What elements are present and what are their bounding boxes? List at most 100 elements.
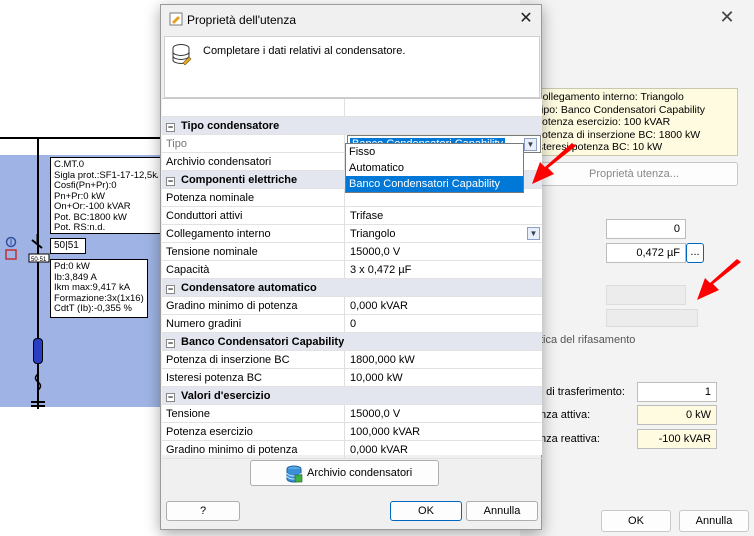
property-row-pot-inserzione[interactable]: Potenza di inserzione BC 1800,000 kW <box>162 351 542 369</box>
dialog-titlebar: Proprietà dell'utenza ✕ <box>161 5 541 35</box>
info-line: C.MT.0 <box>54 160 85 170</box>
potenza-reattiva-field[interactable]: -100 kVAR <box>637 429 717 449</box>
property-label: Archivio condensatori <box>162 153 345 171</box>
property-value: 100,000 kVAR <box>350 426 421 438</box>
chevron-down-icon[interactable]: ▼ <box>527 227 540 240</box>
help-button[interactable]: ? <box>166 501 240 521</box>
category-label: Tipo condensatore <box>181 120 280 132</box>
property-label: Conduttori attivi <box>162 207 345 225</box>
feeder-info-box[interactable]: C.MT.0 Sigla prot.:SF1-17-12,5kA Cosfi(P… <box>50 157 162 234</box>
tipo-dropdown-list[interactable]: Fisso Automatico Banco Condensatori Capa… <box>345 143 524 193</box>
summary-line: Tipo: Banco Condensatori Capability <box>535 103 706 116</box>
trasferimento-spinner[interactable]: 1 <box>637 382 717 402</box>
earth-symbol-icon <box>5 236 19 262</box>
property-value: 1800,000 kW <box>350 354 415 366</box>
bg-disabled-spinner <box>606 309 698 327</box>
red-arrow-icon <box>528 142 580 188</box>
info-line: Ib:3,849 A <box>54 272 97 283</box>
potenza-attiva-label: nza attiva: <box>540 409 591 421</box>
property-value: 15000,0 V <box>350 246 401 258</box>
summary-line: Potenza esercizio: 100 kVAR <box>535 116 671 128</box>
bg-annulla-button[interactable]: Annulla <box>679 510 749 532</box>
info-line: Pn+Pr:0 kW <box>54 191 105 202</box>
info-line: Ikm max:9,417 kA <box>54 283 131 293</box>
category-banco[interactable]: − Banco Condensatori Capability <box>162 333 542 351</box>
summary-line: Collegamento interno: Triangolo <box>535 91 684 103</box>
info-line: Pd:0 kW <box>54 262 90 272</box>
property-row-tensione-nominale[interactable]: Tensione nominale 15000,0 V <box>162 243 542 261</box>
collapse-icon[interactable]: − <box>166 393 175 402</box>
property-value: 0,000 kVAR <box>350 444 408 456</box>
category-tipo-condensatore[interactable]: − Tipo condensatore <box>162 117 542 135</box>
property-row-numero-gradini[interactable]: Numero gradini 0 <box>162 315 542 333</box>
category-automatico[interactable]: − Condensatore automatico <box>162 279 542 297</box>
cable-symbol-icon <box>33 338 43 364</box>
ok-button[interactable]: OK <box>390 501 462 521</box>
potenza-attiva-field[interactable]: 0 kW <box>637 405 717 425</box>
archivio-condensatori-button[interactable]: Archivio condensatori <box>250 460 439 486</box>
capacitor-symbol-icon <box>30 374 46 408</box>
property-value: 0 <box>350 318 357 330</box>
property-label: Potenza di inserzione BC <box>162 351 345 369</box>
category-label: Condensatore automatico <box>181 282 317 294</box>
property-row-pot-esercizio[interactable]: Potenza esercizio 100,000 kVAR <box>162 423 542 441</box>
property-value: 3 x 0,472 µF <box>350 264 412 276</box>
category-label: Valori d'esercizio <box>181 390 271 402</box>
feeder-line <box>37 137 39 409</box>
bg-capacity-field[interactable]: 0,472 µF <box>606 243 686 263</box>
bg-numeric-field[interactable]: 0 <box>606 219 686 239</box>
dropdown-option-banco[interactable]: Banco Condensatori Capability <box>346 176 523 192</box>
database-icon <box>171 43 193 67</box>
property-value: 15000,0 V <box>350 408 401 420</box>
potenza-reattiva-label: nza reattiva: <box>540 433 600 445</box>
collapse-icon[interactable]: − <box>166 285 175 294</box>
bg-ok-button[interactable]: OK <box>601 510 671 532</box>
trasferimento-label: . di trasferimento: <box>540 386 625 398</box>
category-label: Componenti elettriche <box>181 174 298 186</box>
protection-tag-label: 50|51 <box>54 241 79 251</box>
property-label: Tipo <box>162 135 345 153</box>
property-row-tensione[interactable]: Tensione 15000,0 V <box>162 405 542 423</box>
property-row-isteresi[interactable]: Isteresi potenza BC 10,000 kW <box>162 369 542 387</box>
instruction-panel: Completare i dati relativi al condensato… <box>164 36 540 98</box>
property-row-capacita[interactable]: Capacità 3 x 0,472 µF <box>162 261 542 279</box>
summary-line: Potenza di inserzione BC: 1800 kW <box>535 128 701 141</box>
collapse-icon[interactable]: − <box>166 177 175 186</box>
category-valori[interactable]: − Valori d'esercizio <box>162 387 542 405</box>
info-line: CdtT (Ib):-0,355 % <box>54 304 132 314</box>
property-row-gradino-2[interactable]: Gradino minimo di potenza 0,000 kVAR <box>162 441 542 459</box>
property-label: Gradino minimo di potenza <box>162 441 345 459</box>
property-label: Tensione nominale <box>162 243 345 261</box>
info-line: Pot. RS:n.d. <box>54 223 106 233</box>
bg-close-icon[interactable]: ✕ <box>716 8 738 26</box>
property-row-collegamento[interactable]: Collegamento interno Triangolo ▼ <box>162 225 542 243</box>
database-icon <box>285 465 303 483</box>
info-line: Sigla prot.:SF1-17-12,5kA <box>54 170 158 181</box>
cable-info-box[interactable]: Pd:0 kW Ib:3,849 A Ikm max:9,417 kA Form… <box>50 259 148 318</box>
property-value: 10,000 kW <box>350 372 403 384</box>
close-icon[interactable]: ✕ <box>517 10 535 28</box>
property-label: Isteresi potenza BC <box>162 369 345 387</box>
archivio-button-label: Archivio condensatori <box>307 467 413 479</box>
info-line: Cosfi(Pn+Pr):0 <box>54 181 117 191</box>
property-row-conduttori[interactable]: Conduttori attivi Trifase <box>162 207 542 225</box>
property-label: Numero gradini <box>162 315 345 333</box>
property-label: Potenza esercizio <box>162 423 345 441</box>
info-line: Formazione:3x(1x16) <box>54 293 144 304</box>
dropdown-option-fisso[interactable]: Fisso <box>346 144 523 160</box>
annulla-button[interactable]: Annulla <box>466 501 538 521</box>
collapse-icon[interactable]: − <box>166 339 175 348</box>
collapse-icon[interactable]: − <box>166 123 175 132</box>
instruction-text: Completare i dati relativi al condensato… <box>203 45 406 57</box>
protection-tag[interactable]: 50|51 <box>50 238 86 254</box>
svg-text:50·51: 50·51 <box>31 257 47 263</box>
red-arrow-icon <box>693 258 745 304</box>
dropdown-option-automatico[interactable]: Automatico <box>346 160 523 176</box>
property-label: Capacità <box>162 261 345 279</box>
property-value: 0,000 kVAR <box>350 300 408 312</box>
bg-disabled-field <box>606 285 686 305</box>
property-label: Tensione <box>162 405 345 423</box>
property-row-gradino[interactable]: Gradino minimo di potenza 0,000 kVAR <box>162 297 542 315</box>
property-value: Triangolo <box>350 228 396 240</box>
dialog-title: Proprietà dell'utenza <box>187 13 297 27</box>
